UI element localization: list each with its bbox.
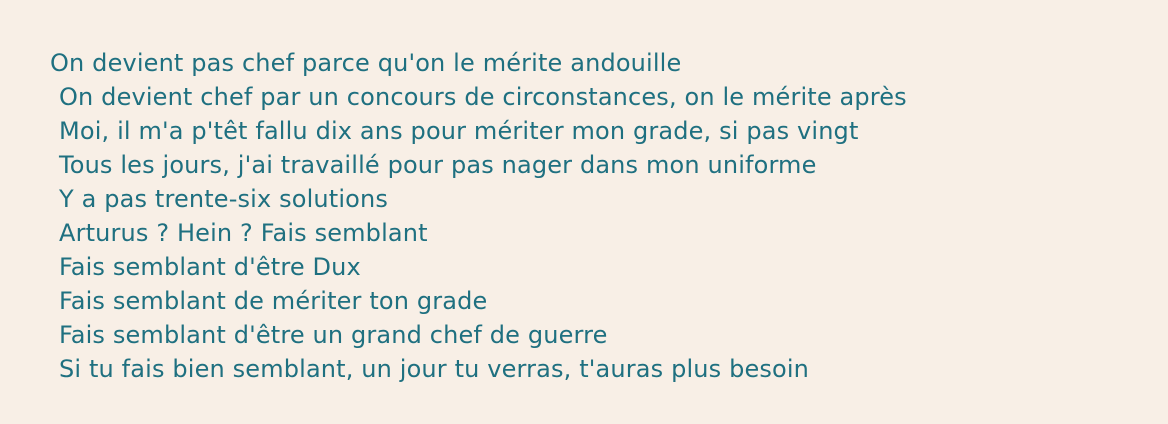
quote-line-3: Moi, il m'a p'têt fallu dix ans pour mér… (59, 117, 859, 145)
quote-text-block: On devient pas chef parce qu'on le mérit… (50, 46, 1160, 386)
quote-line-8: Fais semblant de mériter ton grade (59, 287, 488, 315)
quote-line-10: Si tu fais bien semblant, un jour tu ver… (59, 355, 810, 383)
quote-line-2: On devient chef par un concours de circo… (59, 83, 907, 111)
quote-line-6: Arturus ? Hein ? Fais semblant (59, 219, 428, 247)
quote-line-5: Y a pas trente-six solutions (59, 185, 389, 213)
quote-line-1: On devient pas chef parce qu'on le mérit… (50, 49, 682, 77)
quote-line-4: Tous les jours, j'ai travaillé pour pas … (59, 151, 817, 179)
quote-line-7: Fais semblant d'être Dux (59, 253, 361, 281)
quote-line-9: Fais semblant d'être un grand chef de gu… (59, 321, 608, 349)
